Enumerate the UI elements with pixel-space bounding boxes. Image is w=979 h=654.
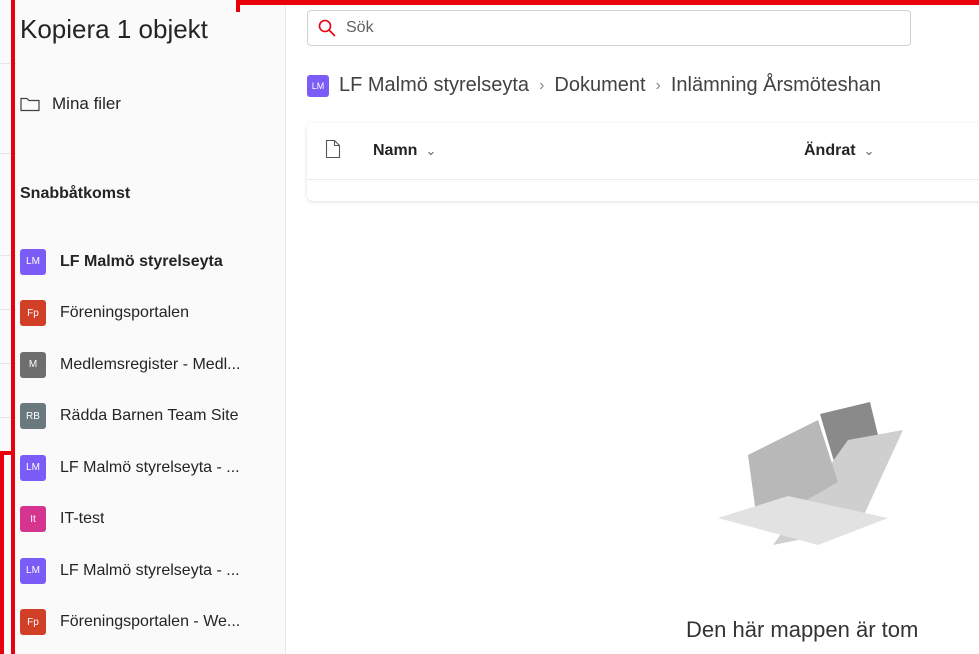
breadcrumb-separator: › [655, 76, 661, 94]
column-name-label: Namn [373, 142, 418, 159]
quick-access-list: LM LF Malmö styrelseyta Fp Föreningsport… [20, 236, 282, 648]
search-icon [318, 19, 336, 37]
search-input[interactable] [344, 18, 888, 38]
quick-item-label: Föreningsportalen - We... [60, 613, 241, 631]
empty-folder-message: Den här mappen är tom [686, 617, 919, 642]
quick-item-foreningsportalen-web[interactable]: Fp Föreningsportalen - We... [20, 597, 282, 649]
site-badge: LM [20, 248, 46, 275]
site-badge: It [20, 506, 46, 533]
breadcrumb: LM LF Malmö styrelseyta › Dokument › Inl… [307, 74, 881, 97]
quick-item-foreningsportalen[interactable]: Fp Föreningsportalen [20, 288, 282, 340]
annotation-line [11, 0, 15, 654]
quick-item-label: LF Malmö styrelseyta - ... [60, 561, 240, 579]
site-badge: LM [307, 74, 329, 97]
folder-icon [20, 97, 40, 112]
quick-item-label: IT-test [60, 510, 105, 528]
annotation-line [236, 0, 979, 5]
quick-item-label: Rädda Barnen Team Site [60, 407, 239, 425]
breadcrumb-current: Inlämning Årsmöteshan [670, 74, 881, 96]
quick-item-radda-barnen[interactable]: RB Rädda Barnen Team Site [20, 391, 282, 443]
dialog-title: Kopiera 1 objekt [20, 14, 208, 44]
quick-item-lf-malmo-2[interactable]: LM LF Malmö styrelseyta - ... [20, 442, 282, 494]
breadcrumb-site[interactable]: LF Malmö styrelseyta [339, 74, 529, 97]
chevron-down-icon: ⌄ [863, 143, 875, 158]
quick-item-medlemsregister[interactable]: M Medlemsregister - Medl... [20, 339, 282, 391]
column-header-changed[interactable]: Ändrat ⌄ [804, 142, 874, 160]
search-box[interactable] [307, 10, 911, 46]
quick-item-label: Medlemsregister - Medl... [60, 355, 241, 373]
site-badge: LM [20, 454, 46, 481]
dialog-left-panel: Kopiera 1 objekt Mina filer Snabbåtkomst… [0, 0, 286, 654]
site-badge: Fp [20, 609, 46, 636]
site-badge: RB [20, 403, 46, 430]
site-badge: M [20, 351, 46, 378]
site-badge: LM [20, 557, 46, 584]
column-changed-label: Ändrat [804, 142, 856, 159]
quick-item-it-test[interactable]: It IT-test [20, 494, 282, 546]
annotation-line [0, 451, 4, 654]
breadcrumb-folder[interactable]: Dokument [554, 74, 645, 97]
empty-folder-icon [718, 402, 903, 545]
quick-access-heading: Snabbåtkomst [20, 185, 131, 202]
table-header: Namn ⌄ Ändrat ⌄ [307, 123, 979, 180]
quick-item-label: LF Malmö styrelseyta [60, 252, 223, 270]
my-files-link[interactable]: Mina filer [20, 94, 121, 114]
file-table: Namn ⌄ Ändrat ⌄ [307, 123, 979, 201]
column-header-name[interactable]: Namn ⌄ [373, 142, 436, 160]
quick-item-label: LF Malmö styrelseyta - ... [60, 458, 240, 476]
quick-item-lf-malmo-3[interactable]: LM LF Malmö styrelseyta - ... [20, 545, 282, 597]
my-files-label: Mina filer [52, 94, 121, 113]
breadcrumb-separator: › [539, 76, 545, 94]
annotation-line [236, 0, 240, 12]
file-icon [325, 139, 341, 159]
site-badge: Fp [20, 300, 46, 327]
quick-item-label: Föreningsportalen [60, 304, 189, 322]
quick-item-lf-malmo[interactable]: LM LF Malmö styrelseyta [20, 236, 282, 288]
chevron-down-icon: ⌄ [425, 143, 437, 158]
